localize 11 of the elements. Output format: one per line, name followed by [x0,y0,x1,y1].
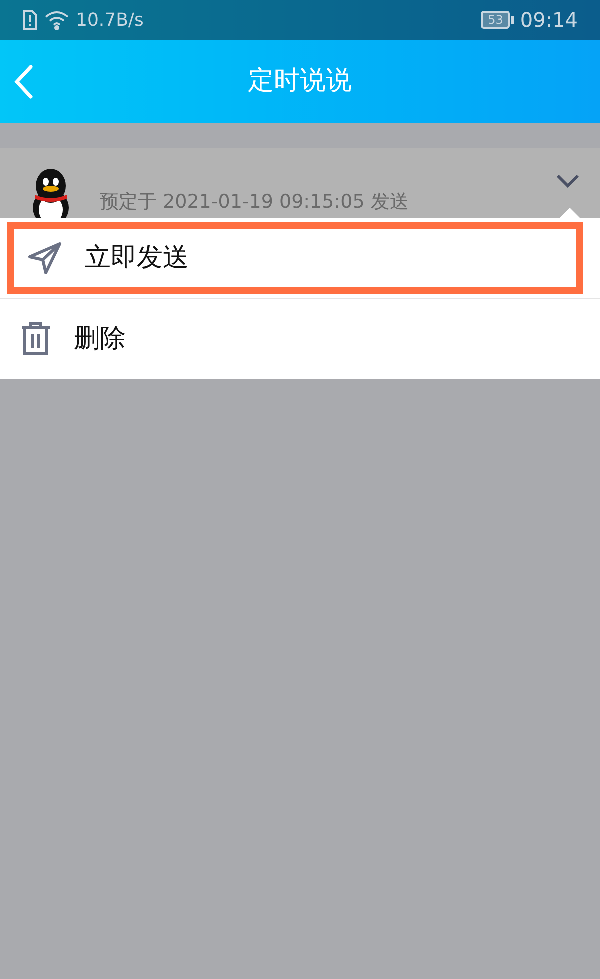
page-title: 定时说说 [248,65,352,98]
menu-item[interactable]: 删除 [0,299,600,379]
paper-plane-icon [27,240,63,276]
sim-alert-icon [22,10,38,30]
schedule-text: 预定于 2021-01-19 09:15:05 发送 [100,190,409,214]
wifi-icon [44,10,70,30]
network-speed: 10.7B/s [76,8,144,32]
trash-icon [20,321,52,357]
menu-item[interactable]: 立即发送 [7,222,583,294]
expand-button[interactable] [554,172,582,190]
clock: 09:14 [520,7,578,34]
